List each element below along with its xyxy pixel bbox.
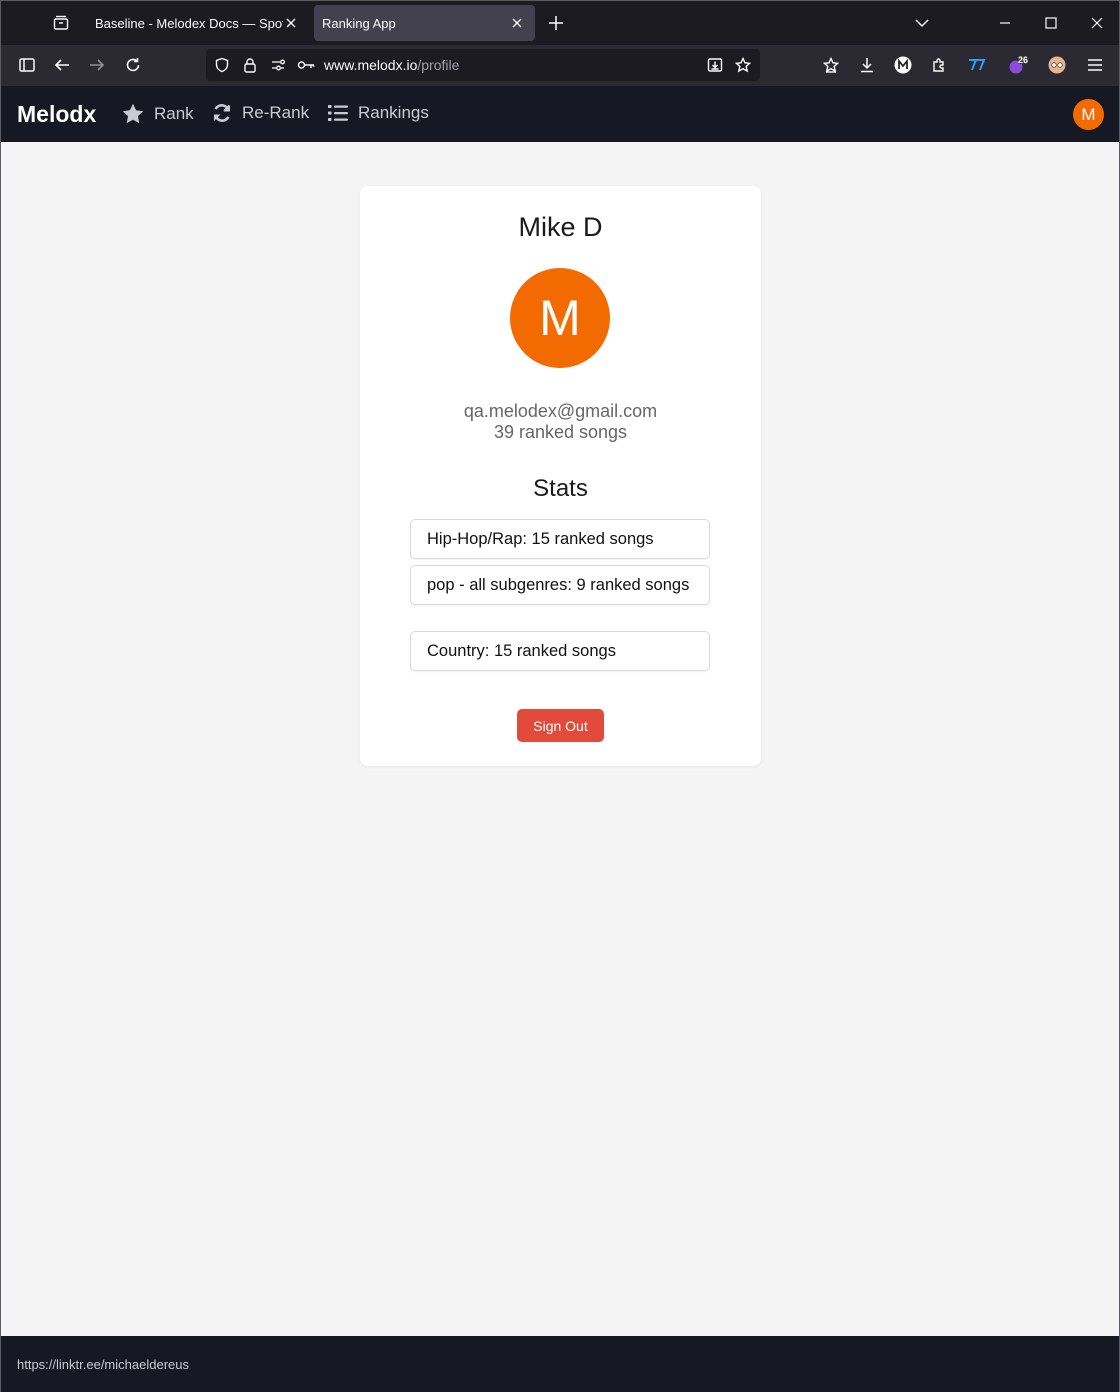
- nav-link-re-rank[interactable]: Re-Rank: [212, 103, 309, 123]
- sidebar-toggle-icon[interactable]: [11, 49, 43, 81]
- page-content: Mike D M qa.melodex@gmail.com 39 ranked …: [1, 142, 1119, 1336]
- profile-avatar: M: [510, 268, 610, 368]
- key-icon[interactable]: [296, 55, 316, 75]
- back-arrow-icon[interactable]: [46, 49, 78, 81]
- downloads-icon[interactable]: [851, 49, 883, 81]
- bookmark-star-icon[interactable]: [733, 55, 753, 75]
- nav-link-rankings[interactable]: Rankings: [328, 103, 429, 123]
- close-window-icon[interactable]: [1081, 7, 1113, 39]
- star-icon: [122, 103, 144, 124]
- extension-badge-count: 26: [1018, 55, 1029, 65]
- list-icon: [328, 105, 348, 121]
- pocket-icon[interactable]: [815, 49, 847, 81]
- tab-ranking-app[interactable]: Ranking App: [314, 5, 535, 41]
- browser-toolbar: www.melodx.io/profile 26: [1, 45, 1119, 86]
- stat-item-pop: pop - all subgenres: 9 ranked songs: [410, 565, 710, 605]
- tab-overview-icon[interactable]: [45, 7, 77, 39]
- close-tab-icon[interactable]: [283, 15, 299, 31]
- extensions-puzzle-icon[interactable]: [923, 49, 955, 81]
- install-app-icon[interactable]: [705, 55, 725, 75]
- profile-name: Mike D: [518, 212, 603, 242]
- translate-extension-icon[interactable]: [961, 49, 993, 81]
- nav-link-rank[interactable]: Rank: [122, 103, 194, 124]
- url-host: www.melodx.io: [324, 57, 418, 73]
- reload-icon[interactable]: [117, 49, 149, 81]
- nav-link-label: Rankings: [358, 103, 429, 122]
- nav-link-label: Re-Rank: [242, 103, 310, 122]
- hamburger-menu-icon[interactable]: [1079, 49, 1111, 81]
- url-text: www.melodx.io/profile: [324, 57, 459, 73]
- tab-title: Baseline - Melodex Docs — Spotify: [95, 15, 283, 31]
- tab-list-chevron-icon[interactable]: [906, 7, 938, 39]
- browser-window: Baseline - Melodex Docs — Spotify Rankin…: [0, 0, 1120, 1392]
- tab-title: Ranking App: [322, 15, 396, 31]
- tab-melodex-docs[interactable]: Baseline - Melodex Docs — Spotify: [87, 5, 309, 41]
- shield-icon[interactable]: [212, 55, 232, 75]
- app-navbar: Melodx Rank Re-Rank Rankings M: [1, 86, 1119, 142]
- brand-logo[interactable]: Melodx: [17, 101, 96, 128]
- ranked-songs-count: 39 ranked songs: [493, 422, 628, 442]
- profile-card: Mike D M qa.melodex@gmail.com 39 ranked …: [360, 186, 761, 766]
- address-bar[interactable]: www.melodx.io/profile: [206, 49, 760, 81]
- profile-avatar-icon[interactable]: [1041, 49, 1073, 81]
- tab-strip: Baseline - Melodex Docs — Spotify Rankin…: [1, 1, 1119, 45]
- lock-icon[interactable]: [240, 55, 260, 75]
- status-link-url: https://linktr.ee/michaeldereus: [17, 1357, 189, 1372]
- minimize-icon[interactable]: [989, 7, 1021, 39]
- stat-item-hip-hop: Hip-Hop/Rap: 15 ranked songs: [410, 519, 710, 559]
- stat-item-country: Country: 15 ranked songs: [410, 631, 710, 671]
- sign-out-button[interactable]: Sign Out: [517, 709, 604, 742]
- new-tab-button[interactable]: [542, 9, 570, 37]
- forward-arrow-icon[interactable]: [81, 49, 113, 81]
- close-tab-icon[interactable]: [509, 15, 525, 31]
- nav-link-label: Rank: [154, 103, 194, 123]
- maximize-icon[interactable]: [1035, 7, 1067, 39]
- melodex-extension-icon[interactable]: [887, 49, 919, 81]
- badge-extension-icon[interactable]: 26: [1001, 49, 1033, 81]
- permissions-icon[interactable]: [268, 55, 288, 75]
- user-avatar[interactable]: M: [1073, 99, 1104, 130]
- app-footer: https://linktr.ee/michaeldereus: [1, 1336, 1119, 1392]
- url-path: /profile: [417, 57, 460, 73]
- refresh-icon: [214, 104, 230, 122]
- profile-email: qa.melodex@gmail.com: [463, 401, 658, 421]
- stats-heading: Stats: [533, 475, 588, 502]
